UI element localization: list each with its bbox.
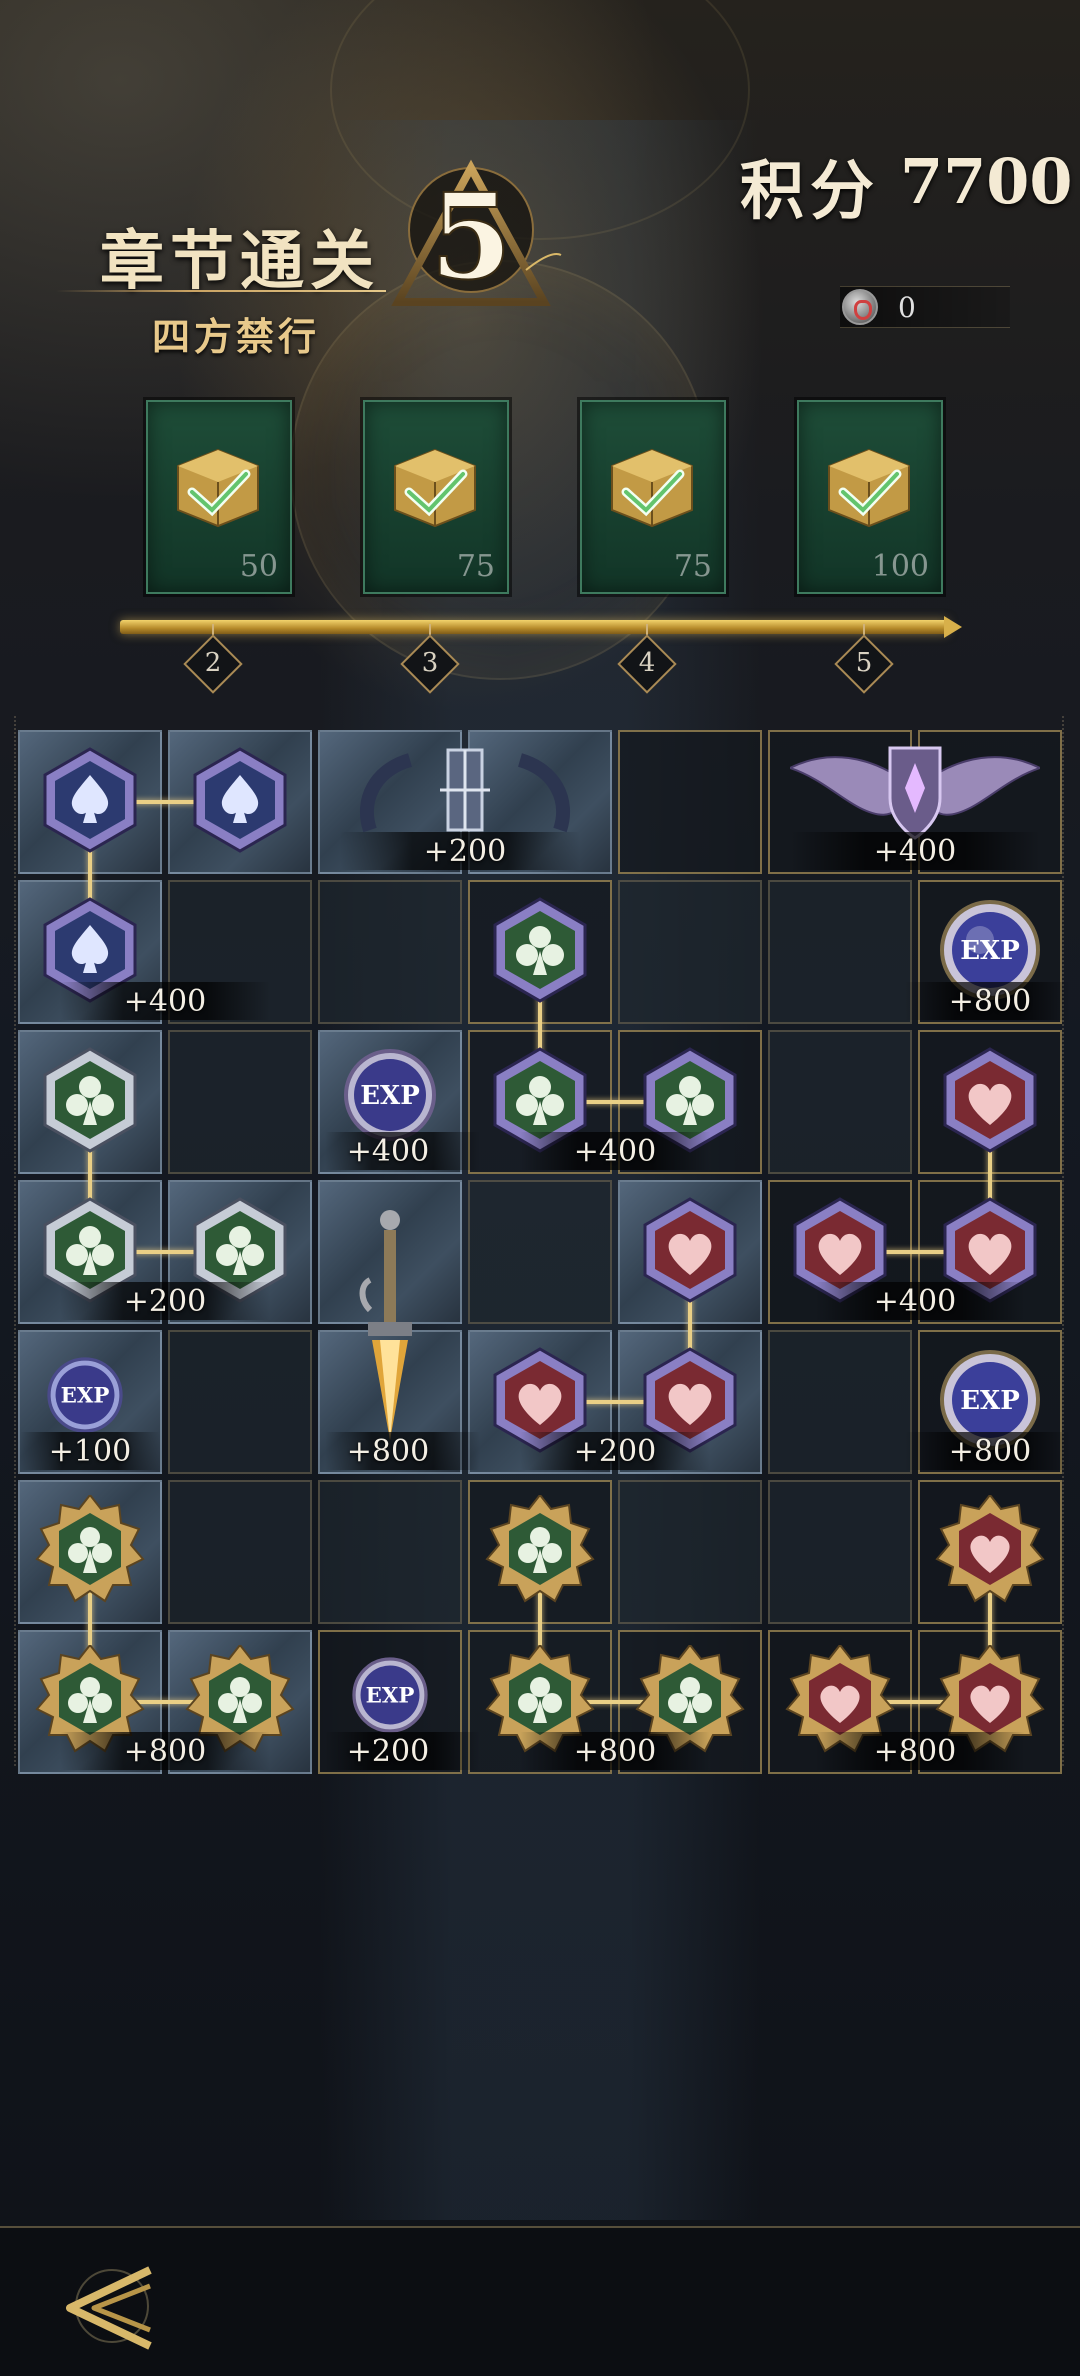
chapter-number: 5 bbox=[430, 167, 512, 306]
chapter-subtitle: 四方禁行 bbox=[152, 314, 321, 359]
reward-value-label: +200 bbox=[123, 1284, 207, 1319]
reward-value-label: +800 bbox=[346, 1434, 430, 1469]
reward-count: 75 bbox=[673, 549, 712, 584]
svg-text:EXP: EXP bbox=[960, 936, 1020, 966]
chapter-emblem: 5 bbox=[391, 159, 562, 307]
reward-value-label: +400 bbox=[873, 834, 957, 869]
club-badge-icon bbox=[43, 1047, 137, 1153]
chapter-title: 章节通关 bbox=[100, 224, 380, 299]
grid-cell[interactable] bbox=[168, 1330, 312, 1474]
claimed-chest-icon bbox=[394, 448, 476, 528]
grid-cell[interactable] bbox=[318, 1480, 462, 1624]
reward-value-label: +100 bbox=[48, 1434, 132, 1469]
score-value: 7700 bbox=[900, 145, 1073, 218]
club-badge-icon bbox=[35, 1495, 145, 1603]
currency-value: 0 bbox=[898, 291, 916, 324]
spade-badge-icon bbox=[43, 747, 137, 853]
reward-value-label: +200 bbox=[423, 834, 507, 869]
grid-cell[interactable] bbox=[768, 880, 912, 1024]
bottom-bar bbox=[0, 2226, 1080, 2376]
grid-cell[interactable] bbox=[618, 1480, 762, 1624]
svg-text:EXP: EXP bbox=[360, 1081, 420, 1111]
exp-orb-icon: EXP bbox=[47, 1357, 123, 1433]
grid-cell[interactable] bbox=[168, 1480, 312, 1624]
reward-value-label: +800 bbox=[123, 1734, 207, 1769]
reward-value-label: +800 bbox=[948, 1434, 1032, 1469]
svg-text:EXP: EXP bbox=[960, 1386, 1020, 1416]
claimed-chest-icon bbox=[177, 448, 259, 528]
back-arrow-icon[interactable] bbox=[50, 2256, 160, 2356]
grid-cell[interactable] bbox=[618, 730, 762, 874]
reward-value-label: +200 bbox=[346, 1734, 430, 1769]
reward-value-label: +800 bbox=[573, 1734, 657, 1769]
grid-cell[interactable] bbox=[768, 1330, 912, 1474]
reward-value-label: +200 bbox=[573, 1434, 657, 1469]
grid-cell[interactable] bbox=[468, 1180, 612, 1324]
svg-text:EXP: EXP bbox=[61, 1383, 110, 1408]
reward-value-label: +400 bbox=[123, 984, 207, 1019]
ticket-coin-icon bbox=[842, 289, 878, 325]
reward-chest-1[interactable]: 50 bbox=[146, 400, 292, 594]
reward-value-label: +800 bbox=[948, 984, 1032, 1019]
club-badge-icon bbox=[493, 897, 587, 1003]
progress-marker-label: 3 bbox=[421, 648, 439, 678]
grid-cell[interactable] bbox=[618, 880, 762, 1024]
grid-cell[interactable] bbox=[168, 1030, 312, 1174]
spade-badge-icon bbox=[193, 747, 287, 853]
svg-text:EXP: EXP bbox=[366, 1683, 415, 1708]
reward-chest-3[interactable]: 75 bbox=[580, 400, 726, 594]
reward-value-label: +400 bbox=[573, 1134, 657, 1169]
reward-value-label: +800 bbox=[873, 1734, 957, 1769]
club-badge-icon bbox=[485, 1495, 595, 1603]
sword-icon bbox=[359, 1210, 412, 1440]
header-divider bbox=[56, 290, 386, 292]
claimed-chest-icon bbox=[828, 448, 910, 528]
chapter-progress-bar bbox=[120, 616, 962, 638]
progress-marker-label: 5 bbox=[855, 648, 873, 678]
reward-count: 50 bbox=[239, 549, 278, 584]
grid-cell[interactable] bbox=[768, 1480, 912, 1624]
reward-value-label: +400 bbox=[346, 1134, 430, 1169]
score-label: 积分 bbox=[740, 154, 880, 229]
currency-counter: 0 bbox=[840, 286, 1010, 328]
reward-value-label: +400 bbox=[873, 1284, 957, 1319]
claimed-chest-icon bbox=[611, 448, 693, 528]
progress-marker-label: 4 bbox=[638, 648, 656, 678]
progress-marker-label: 2 bbox=[204, 648, 222, 678]
grid-cell[interactable] bbox=[318, 880, 462, 1024]
heart-badge-icon bbox=[643, 1197, 737, 1303]
heart-badge-icon bbox=[935, 1495, 1045, 1603]
reward-count: 100 bbox=[871, 549, 929, 584]
exp-orb-icon: EXP bbox=[352, 1657, 428, 1733]
grid-cell[interactable] bbox=[768, 1030, 912, 1174]
reward-chest-2[interactable]: 75 bbox=[363, 400, 509, 594]
reward-count: 75 bbox=[456, 549, 495, 584]
reward-chest-4[interactable]: 100 bbox=[797, 400, 943, 594]
heart-badge-icon bbox=[943, 1047, 1037, 1153]
